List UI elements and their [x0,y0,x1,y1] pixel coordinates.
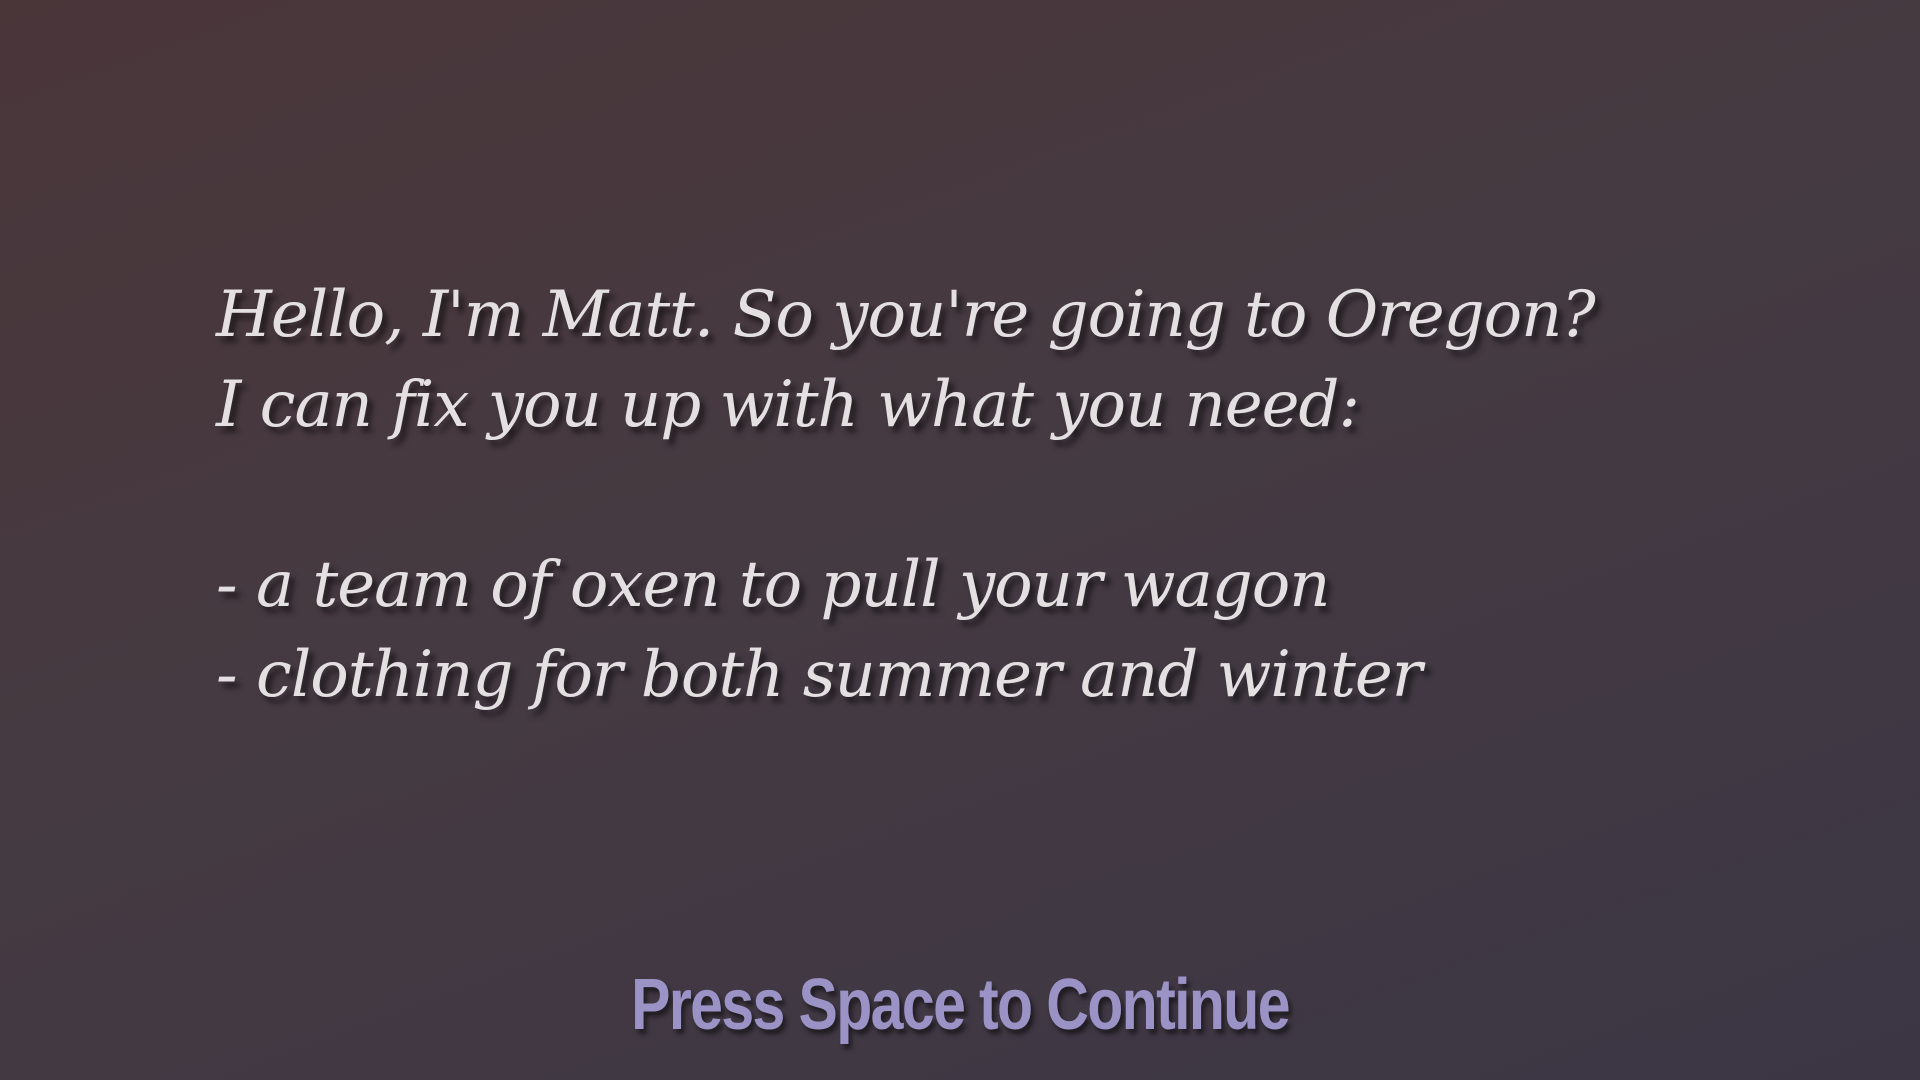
dialogue-item-clothing: - clothing for both summer and winter [216,638,1422,712]
dialogue-offer-line: I can fix you up with what you need: [216,368,1360,442]
continue-prompt[interactable]: Press Space to Continue [173,962,1747,1048]
dialogue-spacer [216,450,1776,540]
dialogue-box: Hello, I'm Matt. So you're going to Oreg… [216,270,1776,720]
dialogue-greeting-line: Hello, I'm Matt. So you're going to Oreg… [216,278,1596,352]
dialogue-item-oxen: - a team of oxen to pull your wagon [216,548,1330,622]
